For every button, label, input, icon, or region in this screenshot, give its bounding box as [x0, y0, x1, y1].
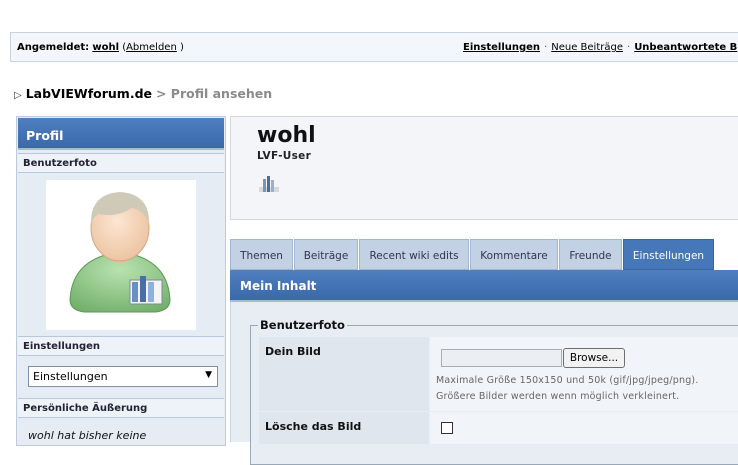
breadcrumb-current: > Profil ansehen [155, 86, 273, 101]
login-status: Angemeldet: wohl (Abmelden ) [17, 42, 184, 53]
profile-header: wohl LVF-User [230, 116, 738, 220]
breadcrumb: ▷ LabVIEWforum.de > Profil ansehen [14, 86, 272, 101]
delete-picture-row [430, 412, 738, 444]
new-posts-link[interactable]: Neue Beiträge [551, 42, 623, 53]
default-avatar-icon [69, 192, 171, 313]
your-picture-row: Browse... Maximale Größe 150x150 und 50k… [430, 337, 738, 411]
tab-kommentare[interactable]: Kommentare [470, 239, 558, 270]
size-hint-line2: Größere Bilder werden wenn möglich verkl… [436, 391, 680, 402]
tab-einstellungen[interactable]: Einstellungen [623, 239, 714, 270]
rank-icon [259, 176, 279, 192]
tab-freunde[interactable]: Freunde [559, 239, 622, 270]
breadcrumb-arrow-icon: ▷ [14, 90, 22, 101]
breadcrumb-home-link[interactable]: LabVIEWforum.de [26, 86, 152, 101]
tab-themen[interactable]: Themen [230, 239, 293, 270]
content-heading: Mein Inhalt [230, 270, 738, 302]
settings-select[interactable]: Einstellungen ▼ [28, 366, 218, 387]
profile-name: wohl [257, 123, 316, 148]
user-photo [46, 180, 196, 330]
settings-link[interactable]: Einstellungen [463, 42, 540, 53]
your-picture-label: Dein Bild [259, 337, 429, 411]
logout-paren-close: ) [179, 42, 184, 53]
size-hint-line1: Maximale Größe 150x150 und 50k (gif/jpg/… [436, 375, 699, 386]
tab-beitraege[interactable]: Beiträge [294, 239, 358, 270]
statement-text: wohl hat bisher keine [28, 429, 147, 442]
profile-sidebar: Profil Benutzerfoto Einstellungen Einste… [16, 116, 226, 446]
top-bar: Angemeldet: wohl (Abmelden ) Einstellung… [10, 32, 738, 62]
chevron-down-icon: ▼ [205, 370, 212, 380]
top-links: Einstellungen · Neue Beiträge · Unbeantworte… [463, 42, 737, 53]
unanswered-link[interactable]: Unbeantwortete B [634, 42, 737, 53]
tab-recent-wiki-edits[interactable]: Recent wiki edits [359, 239, 469, 270]
logout-link[interactable]: Abmelden [126, 42, 177, 53]
link-separator: · [627, 42, 631, 53]
profile-rank: LVF-User [257, 150, 312, 162]
delete-picture-label: Lösche das Bild [259, 412, 429, 444]
fieldset-legend: Benutzerfoto [258, 318, 347, 332]
statement-heading: Persönliche Äußerung [18, 398, 224, 418]
file-path-input[interactable] [441, 349, 562, 367]
content-pane: Benutzerfoto Dein Bild Browse... Maximal… [230, 302, 738, 465]
book-badge-icon [129, 276, 163, 305]
browse-button[interactable]: Browse... [563, 348, 625, 368]
username-link[interactable]: wohl [92, 42, 119, 53]
link-separator: · [544, 42, 548, 53]
settings-heading: Einstellungen [18, 336, 224, 356]
sidebar-title: Profil [18, 118, 224, 150]
photo-heading: Benutzerfoto [18, 153, 224, 173]
logged-in-label: Angemeldet: [17, 42, 90, 53]
delete-picture-checkbox[interactable] [441, 422, 453, 434]
settings-select-value: Einstellungen [33, 370, 108, 383]
